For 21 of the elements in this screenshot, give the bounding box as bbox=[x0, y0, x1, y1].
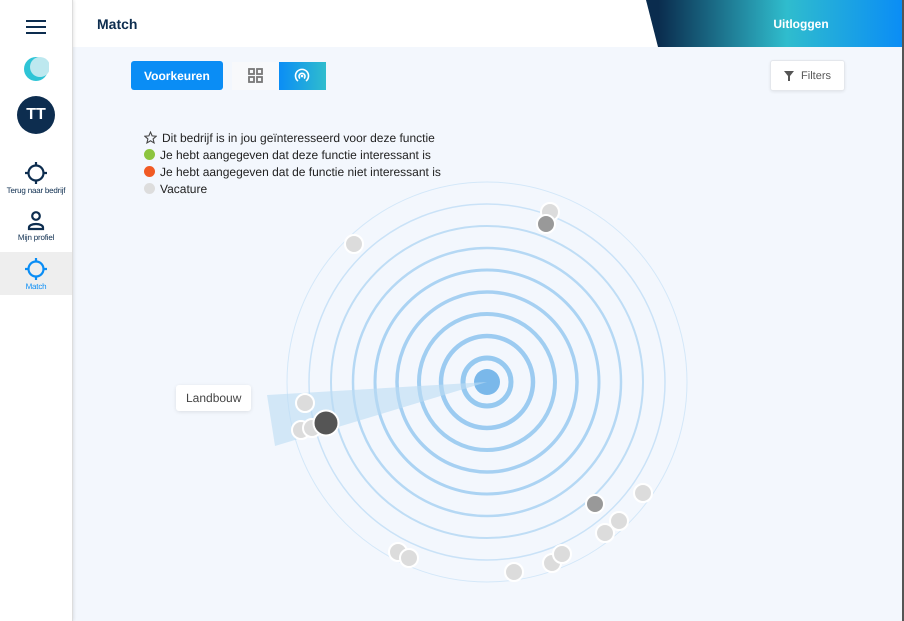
crosshair-icon bbox=[25, 258, 47, 280]
radar-icon bbox=[294, 68, 310, 84]
menu-icon[interactable] bbox=[26, 19, 46, 35]
user-avatar[interactable]: TT bbox=[17, 96, 55, 134]
sidebar-item[interactable]: Terug naar bedrijf bbox=[0, 156, 72, 199]
logo-icon bbox=[23, 56, 49, 82]
legend-label: Je hebt aangegeven dat de functie niet interessant is bbox=[160, 164, 441, 178]
sector-tooltip: Landbouw bbox=[176, 385, 252, 411]
legend-label: Vacature bbox=[160, 182, 208, 196]
radar-view-button[interactable] bbox=[278, 62, 326, 90]
filters-button[interactable]: Filters bbox=[770, 60, 845, 91]
grid-icon bbox=[248, 68, 263, 83]
legend-label: Je hebt aangegeven dat deze functie interessant is bbox=[160, 148, 431, 162]
person-icon bbox=[27, 211, 45, 231]
star-icon bbox=[144, 131, 157, 144]
sidebar-item[interactable]: Mijn profiel bbox=[0, 205, 72, 246]
grid-view-button[interactable] bbox=[232, 62, 279, 90]
legend-label: Dit bedrijf is in jou geïnteresseerd voor deze functie bbox=[162, 130, 435, 144]
crosshair-icon bbox=[25, 162, 47, 184]
page-title: Match bbox=[97, 16, 138, 32]
filter-icon bbox=[784, 70, 794, 80]
